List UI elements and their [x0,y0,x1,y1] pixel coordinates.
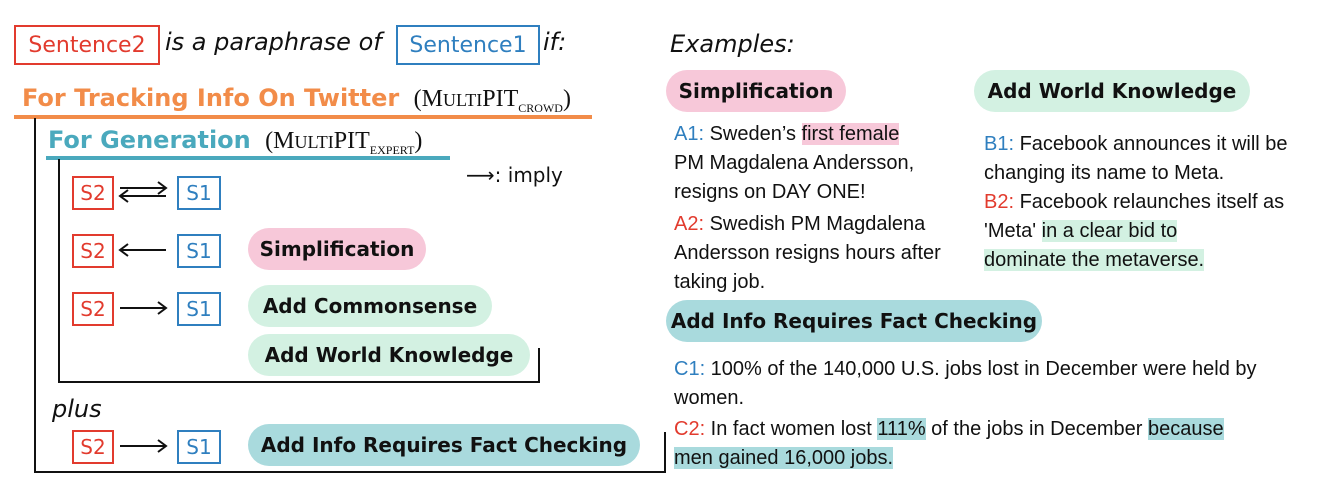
twitter-label: For Tracking Info On Twitter [22,84,400,112]
generation-dataset-name: (MULTIPITEXPERT) [265,128,423,157]
right-arrow-icon [120,439,168,453]
title-middle-text: is a paraphrase of [165,28,382,56]
a1-pre: Sweden’s [704,123,802,145]
c2-label: C2: [674,418,706,440]
inner-bracket-right [538,348,540,383]
examples-heading: Examples: [670,30,795,58]
example-c1: C1: 100% of the 140,000 U.S. jobs lost i… [674,355,1314,413]
rule-add-info-fact-checking: Add Info Requires Fact Checking [248,424,640,466]
sentence2-box: Sentence2 [14,25,160,65]
row3-s1-box: S1 [177,292,221,326]
c2-mid: of the jobs in December [925,418,1148,440]
example-a2: A2: Swedish PM Magdalena Andersson resig… [674,210,970,297]
rule-add-commonsense: Add Commonsense [248,285,492,327]
a1-post: PM Magdalena Andersson, resigns on DAY O… [674,152,915,203]
b2-highlight-2: dominate the metaverse. [984,249,1205,271]
example-simplification-pill: Simplification [666,70,846,112]
legend-arrow-icon: ⟶ [466,163,495,187]
c2-pre: In fact women lost [705,418,878,440]
c2-highlight-1: 111% [877,418,926,440]
inner-bracket-bottom [58,381,540,383]
twitter-underline [14,115,592,119]
b2-highlight-1: in a clear bid to [1041,220,1178,242]
right-arrow-icon [120,301,168,315]
c1-text: 100% of the 140,000 U.S. jobs lost in De… [674,358,1257,409]
row1-s2-box: S2 [72,176,114,210]
bidirectional-arrow-icon [118,181,168,203]
c1-label: C1: [674,358,706,380]
a1-highlight: first female [801,123,900,145]
c2-highlight-3: men gained 16,000 jobs. [674,447,894,469]
sentence2-label: Sentence2 [28,32,146,58]
sentence1-box: Sentence1 [396,25,540,65]
generation-label: For Generation [48,126,251,154]
title-end-text: if: [543,28,567,56]
example-c2: C2: In fact women lost 111% of the jobs … [674,415,1314,473]
a1-label: A1: [674,123,705,145]
example-b2: B2: Facebook relaunches itself as 'Meta'… [984,188,1314,275]
example-a1: A1: Sweden’s first female PM Magdalena An… [674,120,970,207]
a2-label: A2: [674,213,705,235]
row4-s1-box: S1 [177,430,221,464]
b2-label: B2: [984,191,1015,213]
legend: ⟶: imply [466,163,563,187]
left-arrow-icon [118,243,166,257]
legend-text: : imply [494,163,563,187]
c2-highlight-2: because [1147,418,1224,440]
a2-text: Swedish PM Magdalena Andersson resigns h… [674,213,941,293]
twitter-heading: For Tracking Info On Twitter (MULTIPITCR… [22,84,571,116]
outer-bracket-bottom [34,471,666,473]
b1-label: B1: [984,133,1015,155]
plus-label: plus [52,395,102,423]
row3-s2-box: S2 [72,292,114,326]
rule-add-world-knowledge: Add World Knowledge [248,334,530,376]
row4-s2-box: S2 [72,430,114,464]
row1-s1-box: S1 [177,176,221,210]
generation-heading: For Generation (MULTIPITEXPERT) [48,126,422,158]
example-fact-checking-pill: Add Info Requires Fact Checking [666,300,1042,342]
example-world-knowledge-pill: Add World Knowledge [974,70,1250,112]
generation-underline [46,156,450,160]
b1-text: Facebook announces it will be changing i… [984,133,1288,184]
example-b1: B1: Facebook announces it will be changi… [984,130,1314,188]
row2-s2-box: S2 [72,234,114,268]
row2-s1-box: S1 [177,234,221,268]
outer-bracket-left [34,118,36,473]
sentence1-label: Sentence1 [409,32,527,58]
inner-bracket-left [58,159,60,383]
rule-simplification: Simplification [248,228,426,270]
twitter-dataset-name: (MULTIPITCROWD) [413,86,571,115]
outer-bracket-right [664,432,666,473]
